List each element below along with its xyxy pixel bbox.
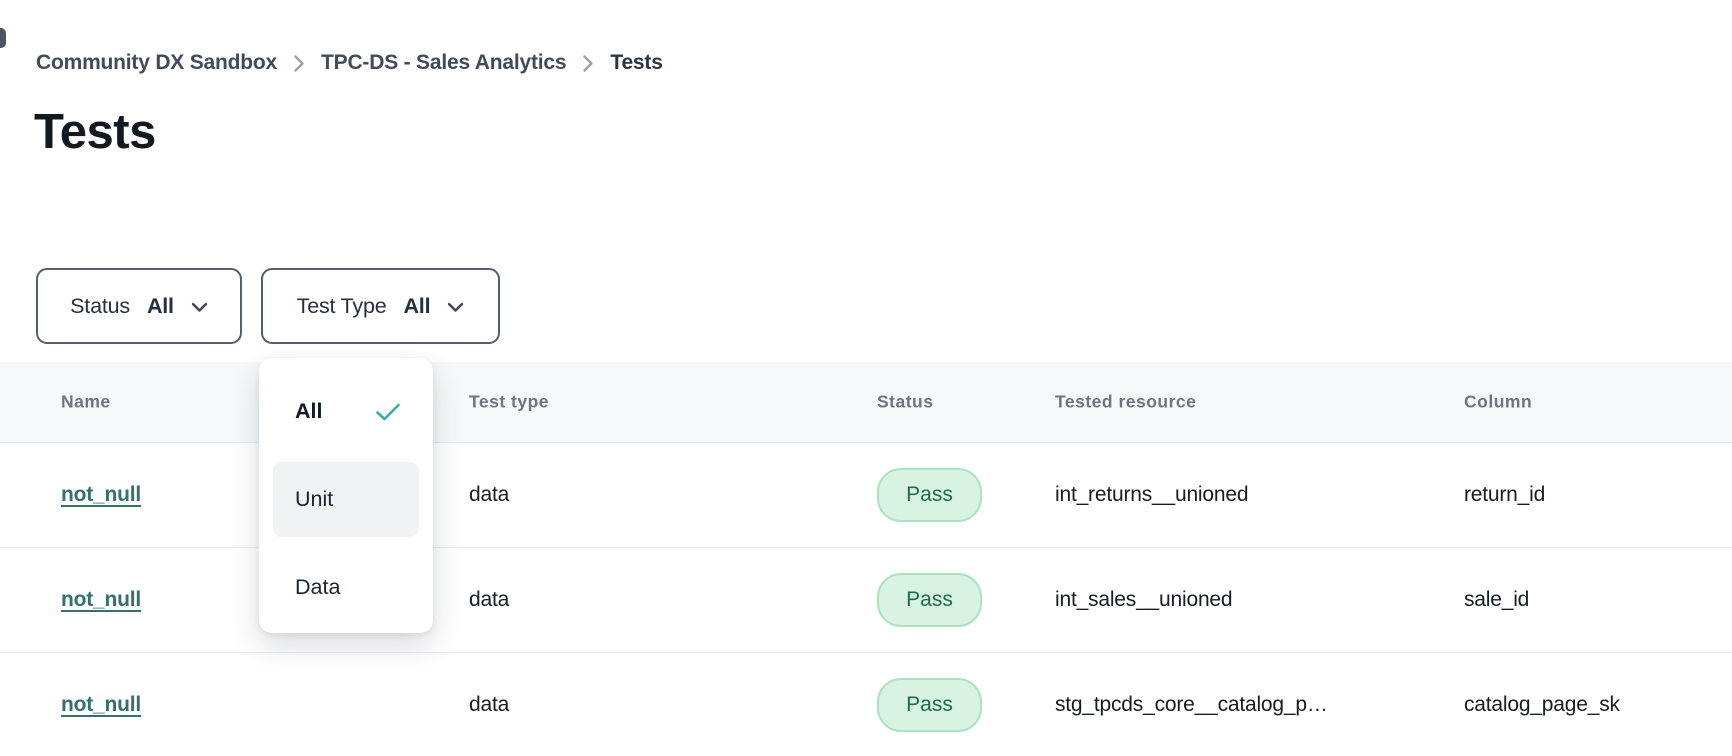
column-header-name: Name bbox=[61, 392, 111, 413]
column-cell: catalog_page_sk bbox=[1464, 693, 1620, 717]
breadcrumb: Community DX Sandbox TPC-DS - Sales Anal… bbox=[36, 51, 663, 75]
status-badge: Pass bbox=[877, 573, 982, 627]
tested-resource-cell: stg_tpcds_core__catalog_p… bbox=[1055, 693, 1328, 717]
status-badge: Pass bbox=[877, 468, 982, 522]
status-filter-value: All bbox=[147, 294, 174, 319]
chevron-right-icon bbox=[582, 53, 594, 73]
test-type-cell: data bbox=[469, 588, 509, 612]
dropdown-item-label: Unit bbox=[295, 487, 333, 512]
page-title: Tests bbox=[34, 104, 156, 160]
dropdown-item-label: All bbox=[295, 399, 322, 424]
test-name-link[interactable]: not_null bbox=[61, 483, 141, 507]
test-name-link[interactable]: not_null bbox=[61, 693, 141, 717]
column-cell: return_id bbox=[1464, 483, 1545, 507]
dropdown-item-data[interactable]: Data bbox=[273, 550, 419, 625]
column-header-column: Column bbox=[1464, 392, 1532, 413]
dropdown-item-label: Data bbox=[295, 575, 340, 600]
column-header-test-type: Test type bbox=[469, 392, 549, 413]
dropdown-item-all[interactable]: All bbox=[273, 374, 419, 449]
chevron-right-icon bbox=[293, 53, 305, 73]
test-type-cell: data bbox=[469, 483, 509, 507]
dropdown-item-unit[interactable]: Unit bbox=[273, 462, 419, 537]
test-type-dropdown-menu: All Unit Data bbox=[259, 358, 433, 633]
test-type-filter-value: All bbox=[403, 294, 430, 319]
column-cell: sale_id bbox=[1464, 588, 1529, 612]
tests-page: Community DX Sandbox TPC-DS - Sales Anal… bbox=[0, 0, 1732, 756]
tested-resource-cell: int_returns__unioned bbox=[1055, 483, 1248, 507]
breadcrumb-package[interactable]: TPC-DS - Sales Analytics bbox=[321, 51, 566, 75]
chevron-down-icon bbox=[447, 302, 464, 313]
table-row: not_null data Pass stg_tpcds_core__catal… bbox=[0, 653, 1732, 756]
check-icon bbox=[375, 402, 401, 422]
filter-bar: Status All Test Type All bbox=[36, 268, 500, 344]
column-header-status: Status bbox=[877, 392, 933, 413]
clipped-edge-element bbox=[0, 28, 6, 48]
column-header-tested-resource: Tested resource bbox=[1055, 392, 1196, 413]
tested-resource-cell: int_sales__unioned bbox=[1055, 588, 1232, 612]
status-filter-label: Status bbox=[70, 294, 130, 319]
breadcrumb-current: Tests bbox=[610, 51, 662, 75]
test-type-filter-button[interactable]: Test Type All bbox=[261, 268, 500, 344]
test-type-cell: data bbox=[469, 693, 509, 717]
chevron-down-icon bbox=[191, 302, 208, 313]
test-type-filter-label: Test Type bbox=[297, 294, 387, 319]
status-badge: Pass bbox=[877, 678, 982, 732]
test-name-link[interactable]: not_null bbox=[61, 588, 141, 612]
status-filter-button[interactable]: Status All bbox=[36, 268, 242, 344]
breadcrumb-project[interactable]: Community DX Sandbox bbox=[36, 51, 277, 75]
